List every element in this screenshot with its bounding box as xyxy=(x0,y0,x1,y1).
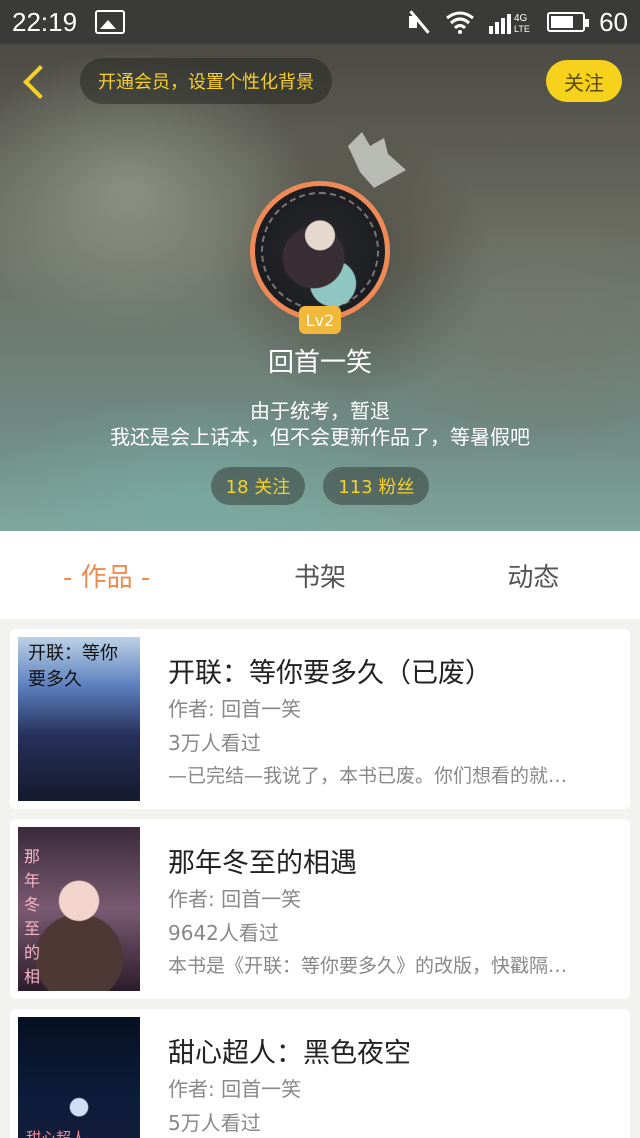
bio: 由于统考，暂退 我还是会上话本，但不会更新作品了，等暑假吧 xyxy=(0,398,640,450)
book-views: 5万人看过 xyxy=(168,1111,261,1135)
book-title[interactable]: 那年冬至的相遇 xyxy=(168,841,357,880)
signal-icon: 4G LTE xyxy=(489,10,533,34)
follow-button[interactable]: 关注 xyxy=(546,60,622,102)
book-card[interactable]: 那年冬至的相遇 那年冬至的相遇 作者: 回首一笑 9642人看过 本书是《开联：… xyxy=(10,819,630,999)
stats: 18 关注 113 粉丝 xyxy=(0,467,640,505)
tab-bookshelf[interactable]: 书架 xyxy=(213,531,426,619)
wifi-icon xyxy=(445,10,475,34)
mute-icon xyxy=(407,10,431,34)
cover-title: 甜心超人 xyxy=(26,1129,87,1138)
cover-title: 那年冬至的相遇 xyxy=(24,847,41,986)
battery-icon xyxy=(547,12,590,32)
book-cover[interactable]: 开联：等你 要多久 xyxy=(18,637,140,801)
cover-title: 开联：等你 要多久 xyxy=(28,643,118,690)
level-badge: Lv2 xyxy=(299,306,341,334)
book-description: 本书是《开联：等你要多久》的改版，快戳隔… xyxy=(168,955,568,977)
book-author: 作者: 回首一笑 xyxy=(168,1077,302,1101)
profile-header: 开通会员，设置个性化背景 关注 Lv2 回首一笑 由于统考，暂退 我还是会上话本… xyxy=(0,44,640,531)
tab-activity[interactable]: 动态 xyxy=(427,531,640,619)
book-card[interactable]: 甜心超人 甜心超人：黑色夜空 作者: 回首一笑 5万人看过 xyxy=(10,1009,630,1138)
image-notification-icon xyxy=(95,10,126,34)
book-views: 3万人看过 xyxy=(168,731,261,755)
username: 回首一笑 xyxy=(267,348,372,378)
battery-level: 60 xyxy=(599,6,628,37)
book-author: 作者: 回首一笑 xyxy=(168,887,302,911)
status-time: 22:19 xyxy=(12,6,78,37)
network-type: 4G xyxy=(514,13,528,24)
gem-icon xyxy=(348,132,406,188)
svg-text:LTE: LTE xyxy=(514,24,530,34)
status-icons: 4G LTE 60 xyxy=(407,7,628,38)
book-title[interactable]: 开联：等你要多久（已废） xyxy=(168,651,492,690)
tab-works[interactable]: - 作品 - xyxy=(0,531,213,619)
book-cover[interactable]: 甜心超人 xyxy=(18,1017,140,1138)
book-card[interactable]: 开联：等你 要多久 开联：等你要多久（已废） 作者: 回首一笑 3万人看过 —已… xyxy=(10,629,630,809)
tab-bar: - 作品 - 书架 动态 xyxy=(0,531,640,619)
following-count[interactable]: 18 关注 xyxy=(210,467,306,505)
book-cover[interactable]: 那年冬至的相遇 xyxy=(18,827,140,991)
followers-count[interactable]: 113 粉丝 xyxy=(323,467,430,505)
avatar[interactable] xyxy=(250,181,390,321)
bio-line-2: 我还是会上话本，但不会更新作品了，等暑假吧 xyxy=(110,425,530,449)
book-title[interactable]: 甜心超人：黑色夜空 xyxy=(168,1031,411,1070)
bio-line-1: 由于统考，暂退 xyxy=(250,399,390,423)
book-list: 开联：等你 要多久 开联：等你要多久（已废） 作者: 回首一笑 3万人看过 —已… xyxy=(0,619,640,1138)
book-description: —已完结—我说了，本书已废。你们想看的就… xyxy=(168,765,568,787)
book-views: 9642人看过 xyxy=(168,921,279,945)
back-button[interactable] xyxy=(16,60,56,100)
book-author: 作者: 回首一笑 xyxy=(168,697,302,721)
status-bar: 22:19 4G LTE 60 xyxy=(0,0,640,44)
vip-banner[interactable]: 开通会员，设置个性化背景 xyxy=(80,58,332,104)
